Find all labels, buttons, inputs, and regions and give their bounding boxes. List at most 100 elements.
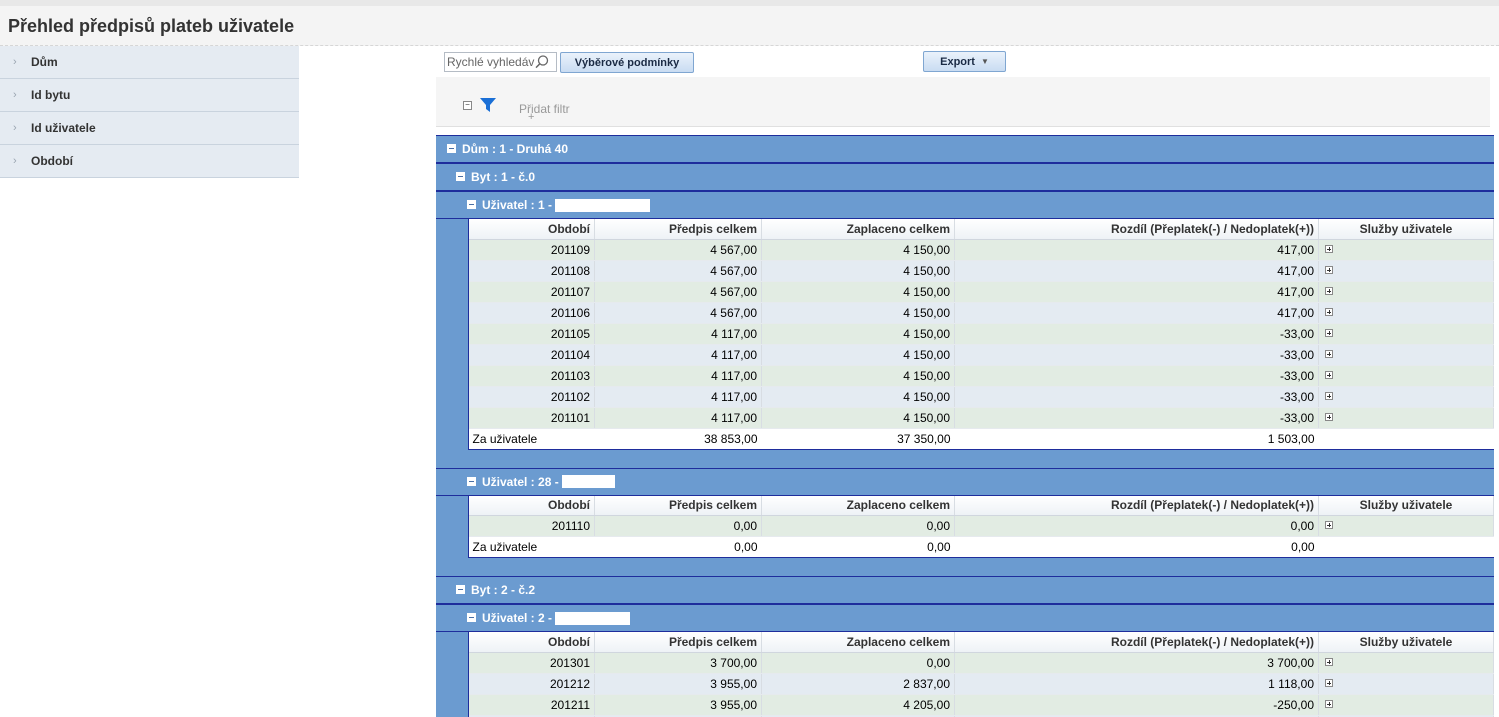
cell-services	[1318, 407, 1494, 429]
plus-box-icon[interactable]	[1325, 699, 1333, 708]
redacted-name	[555, 611, 631, 625]
cell-services	[1318, 515, 1494, 537]
cell-paid: 4 150,00	[761, 260, 955, 282]
cell-diff: 417,00	[954, 239, 1319, 261]
plus-box-icon[interactable]	[1325, 349, 1333, 358]
cell-prescribed: 4 117,00	[594, 323, 762, 345]
total-label: Za uživatele	[468, 428, 595, 450]
total-cell	[1318, 428, 1494, 450]
minus-box-icon[interactable]	[447, 144, 456, 153]
plus-box-icon[interactable]	[1325, 265, 1333, 274]
add-filter-link[interactable]: Přidat filtr	[519, 102, 570, 116]
plus-box-icon[interactable]	[1325, 286, 1333, 295]
group-row-house[interactable]: Dům : 1 - Druhá 40	[436, 135, 1494, 163]
table-row[interactable]: 201107 4 567,00 4 150,00 417,00	[468, 281, 1494, 303]
group-spacer	[436, 449, 1494, 468]
chevron-right-icon: ›	[13, 89, 17, 101]
search-icon[interactable]	[534, 54, 550, 70]
redacted-name	[561, 475, 615, 488]
cell-period: 201106	[468, 302, 595, 324]
plus-box-icon[interactable]	[1325, 521, 1333, 530]
group-gutter	[436, 495, 468, 558]
table-row[interactable]: 201211 3 955,00 4 205,00 -250,00	[468, 694, 1494, 716]
plus-box-icon[interactable]	[1325, 657, 1333, 666]
title-bar: Přehled předpisů plateb uživatele	[0, 6, 1499, 46]
table-row[interactable]: 201103 4 117,00 4 150,00 -33,00	[468, 365, 1494, 387]
plus-box-icon[interactable]	[1325, 412, 1333, 421]
table-row[interactable]: 201109 4 567,00 4 150,00 417,00	[468, 239, 1494, 261]
column-header[interactable]: Služby uživatele	[1318, 219, 1494, 240]
group-spacer	[436, 558, 1494, 576]
plus-box-icon[interactable]	[1325, 244, 1333, 253]
group-row-user[interactable]: Uživatel : 28 -	[436, 467, 1494, 496]
sidebar-item-house[interactable]: › Dům	[0, 46, 299, 79]
export-button[interactable]: Export ▼	[923, 51, 1006, 72]
column-header[interactable]: Předpis celkem	[594, 219, 762, 240]
column-header[interactable]: Zaplaceno celkem	[761, 495, 955, 516]
cell-prescribed: 4 117,00	[594, 344, 762, 366]
sidebar-item-flat-id[interactable]: › Id bytu	[0, 79, 299, 112]
table-row[interactable]: 201105 4 117,00 4 150,00 -33,00	[468, 323, 1494, 345]
cell-diff: -33,00	[954, 323, 1319, 345]
minus-box-icon[interactable]	[456, 172, 465, 181]
cell-services	[1318, 281, 1494, 303]
sidebar-item-label: Id uživatele	[31, 121, 96, 135]
funnel-icon[interactable]	[479, 96, 497, 114]
column-header[interactable]: Rozdíl (Přeplatek(-) / Nedoplatek(+))	[954, 495, 1319, 516]
plus-box-icon[interactable]	[1325, 328, 1333, 337]
minus-box-icon[interactable]	[456, 585, 465, 594]
column-header[interactable]: Rozdíl (Přeplatek(-) / Nedoplatek(+))	[954, 632, 1319, 653]
plus-box-icon[interactable]	[1325, 678, 1333, 687]
table-row[interactable]: 201106 4 567,00 4 150,00 417,00	[468, 302, 1494, 324]
minus-box-icon[interactable]	[467, 476, 476, 486]
group-row-user[interactable]: Uživatel : 2 -	[436, 604, 1494, 632]
group-row-user[interactable]: Uživatel : 1 -	[436, 191, 1494, 219]
table-row[interactable]: 201104 4 117,00 4 150,00 -33,00	[468, 344, 1494, 366]
column-header[interactable]: Období	[468, 219, 595, 240]
cell-paid: 0,00	[761, 652, 955, 674]
table-row[interactable]: 201101 4 117,00 4 150,00 -33,00	[468, 407, 1494, 429]
group-row-flat[interactable]: Byt : 1 - č.0	[436, 163, 1494, 191]
cell-diff: 417,00	[954, 281, 1319, 303]
plus-box-icon[interactable]	[1325, 307, 1333, 316]
group-row-flat[interactable]: Byt : 2 - č.2	[436, 576, 1494, 604]
minus-box-icon[interactable]	[467, 613, 476, 622]
minus-box-icon[interactable]	[467, 200, 476, 209]
selection-conditions-button[interactable]: Výběrové podmínky	[560, 52, 694, 73]
group-label: Uživatel : 2 -	[482, 611, 553, 625]
sidebar-item-period[interactable]: › Období	[0, 145, 299, 178]
column-header[interactable]: Předpis celkem	[594, 495, 762, 516]
page-title: Přehled předpisů plateb uživatele	[8, 16, 295, 36]
chevron-right-icon: ›	[13, 56, 17, 68]
table-row[interactable]: 201301 3 700,00 0,00 3 700,00	[468, 652, 1494, 674]
cell-services	[1318, 386, 1494, 408]
cell-period: 201212	[468, 673, 595, 695]
column-header[interactable]: Rozdíl (Přeplatek(-) / Nedoplatek(+))	[954, 219, 1319, 240]
cell-period: 201107	[468, 281, 595, 303]
sidebar-item-label: Dům	[31, 55, 58, 69]
cell-period: 201110	[468, 515, 595, 537]
cell-services	[1318, 673, 1494, 695]
column-header[interactable]: Služby uživatele	[1318, 495, 1494, 516]
column-header[interactable]: Období	[468, 495, 595, 516]
column-header[interactable]: Období	[468, 632, 595, 653]
table-row[interactable]: 201108 4 567,00 4 150,00 417,00	[468, 260, 1494, 282]
cell-prescribed: 4 567,00	[594, 239, 762, 261]
button-label: Export	[940, 55, 975, 68]
table-row[interactable]: 201212 3 955,00 2 837,00 1 118,00	[468, 673, 1494, 695]
cell-diff: -33,00	[954, 407, 1319, 429]
column-header[interactable]: Zaplaceno celkem	[761, 632, 955, 653]
minus-box-icon[interactable]: −	[463, 101, 472, 110]
cell-diff: 0,00	[954, 515, 1319, 537]
column-header[interactable]: Předpis celkem	[594, 632, 762, 653]
sidebar-item-user-id[interactable]: › Id uživatele	[0, 112, 299, 145]
plus-box-icon[interactable]	[1325, 370, 1333, 379]
table-row[interactable]: 201110 0,00 0,00 0,00	[468, 515, 1494, 537]
column-header[interactable]: Zaplaceno celkem	[761, 219, 955, 240]
group-label: Uživatel : 1 -	[482, 198, 553, 212]
total-cell: 1 503,00	[954, 428, 1319, 450]
table-row[interactable]: 201102 4 117,00 4 150,00 -33,00	[468, 386, 1494, 408]
plus-box-icon[interactable]	[1325, 391, 1333, 400]
plus-icon: +	[528, 111, 535, 123]
column-header[interactable]: Služby uživatele	[1318, 632, 1494, 653]
